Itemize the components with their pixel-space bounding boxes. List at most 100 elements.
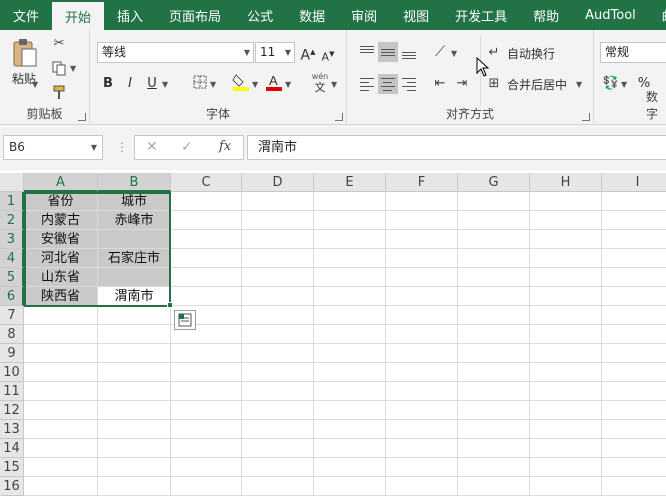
empty-cell[interactable] [242,268,314,287]
formula-bar-grip-icon[interactable]: ⋮ [116,140,128,154]
row-header[interactable]: 12 [0,401,24,420]
empty-cell[interactable] [98,382,171,401]
empty-cell[interactable] [242,306,314,325]
merge-center-button[interactable]: ⊞ 合并后居中 ▼ [485,74,583,94]
empty-cell[interactable] [530,363,602,382]
empty-cell[interactable] [386,211,458,230]
bold-button[interactable]: B [99,74,117,94]
empty-cell[interactable] [171,211,242,230]
empty-cell[interactable] [458,192,530,211]
empty-cell[interactable] [242,249,314,268]
empty-cell[interactable] [530,439,602,458]
empty-cell[interactable] [242,439,314,458]
empty-cell[interactable] [530,306,602,325]
tab-home[interactable]: 开始 [52,2,105,30]
empty-cell[interactable] [386,230,458,249]
decrease-indent-icon[interactable]: ⇤ [431,76,449,92]
row-header[interactable]: 8 [0,325,24,344]
empty-cell[interactable] [242,477,314,496]
empty-cell[interactable] [314,439,386,458]
format-painter-icon[interactable] [50,84,68,100]
tab-file[interactable]: 文件 [0,0,52,30]
empty-cell[interactable] [171,458,242,477]
empty-cell[interactable] [98,458,171,477]
tab-audtool[interactable]: AudTool [572,0,649,30]
tab-page-layout[interactable]: 页面布局 [156,0,234,30]
tab-view[interactable]: 视图 [390,0,442,30]
empty-cell[interactable] [171,192,242,211]
empty-cell[interactable] [171,382,242,401]
empty-cell[interactable] [24,439,98,458]
empty-cell[interactable] [458,439,530,458]
empty-cell[interactable] [530,192,602,211]
align-right-icon[interactable] [399,74,419,94]
empty-cell[interactable] [98,344,171,363]
column-header-a[interactable]: A [24,173,98,192]
shrink-font-button[interactable]: A▼ [319,44,337,64]
empty-cell[interactable] [242,287,314,306]
empty-cell[interactable] [458,268,530,287]
empty-cell[interactable] [530,230,602,249]
italic-button[interactable]: I [121,74,139,94]
empty-cell[interactable] [602,363,666,382]
empty-cell[interactable] [386,306,458,325]
empty-cell[interactable] [98,401,171,420]
empty-cell[interactable] [24,344,98,363]
column-header-e[interactable]: E [314,173,386,192]
row-header[interactable]: 10 [0,363,24,382]
fill-handle[interactable] [167,302,173,308]
tab-developer[interactable]: 开发工具 [442,0,520,30]
empty-cell[interactable] [458,401,530,420]
empty-cell[interactable] [171,287,242,306]
empty-cell[interactable] [458,325,530,344]
empty-cell[interactable] [602,325,666,344]
empty-cell[interactable] [314,211,386,230]
row-header[interactable]: 9 [0,344,24,363]
empty-cell[interactable] [602,439,666,458]
empty-cell[interactable] [602,344,666,363]
formula-input[interactable]: 渭南市 [247,135,666,160]
empty-cell[interactable] [314,382,386,401]
empty-cell[interactable] [602,249,666,268]
empty-cell[interactable] [530,268,602,287]
empty-cell[interactable] [171,439,242,458]
empty-cell[interactable] [242,458,314,477]
row-header[interactable]: 3 [0,230,24,249]
empty-cell[interactable] [458,363,530,382]
empty-cell[interactable] [314,477,386,496]
empty-cell[interactable] [171,230,242,249]
column-header-d[interactable]: D [242,173,314,192]
empty-cell[interactable] [98,306,171,325]
align-bottom-icon[interactable] [399,42,419,62]
empty-cell[interactable] [98,420,171,439]
font-launcher-icon[interactable] [335,113,343,121]
tab-insert[interactable]: 插入 [104,0,156,30]
column-header-g[interactable]: G [458,173,530,192]
empty-cell[interactable] [314,401,386,420]
empty-cell[interactable] [314,268,386,287]
copy-icon[interactable] [50,60,68,76]
empty-cell[interactable] [314,287,386,306]
empty-cell[interactable] [24,382,98,401]
column-header-h[interactable]: H [530,173,602,192]
column-header-b[interactable]: B [98,173,171,192]
empty-cell[interactable] [314,458,386,477]
empty-cell[interactable] [530,458,602,477]
font-color-dropdown-icon[interactable]: ▼ [285,80,291,89]
row-header[interactable]: 16 [0,477,24,496]
row-header[interactable]: 14 [0,439,24,458]
empty-cell[interactable] [602,268,666,287]
empty-cell[interactable] [98,477,171,496]
tab-mail[interactable]: 邮 [649,0,666,30]
column-header-f[interactable]: F [386,173,458,192]
border-icon[interactable] [190,74,210,94]
grow-font-button[interactable]: A▲ [299,42,317,64]
empty-cell[interactable] [386,325,458,344]
fill-color-dropdown-icon[interactable]: ▼ [252,80,258,89]
row-header[interactable]: 5 [0,268,24,287]
font-name-select[interactable]: 等线 ▼ [97,42,254,63]
empty-cell[interactable] [602,211,666,230]
empty-cell[interactable] [242,420,314,439]
empty-cell[interactable] [242,192,314,211]
tab-formulas[interactable]: 公式 [234,0,286,30]
